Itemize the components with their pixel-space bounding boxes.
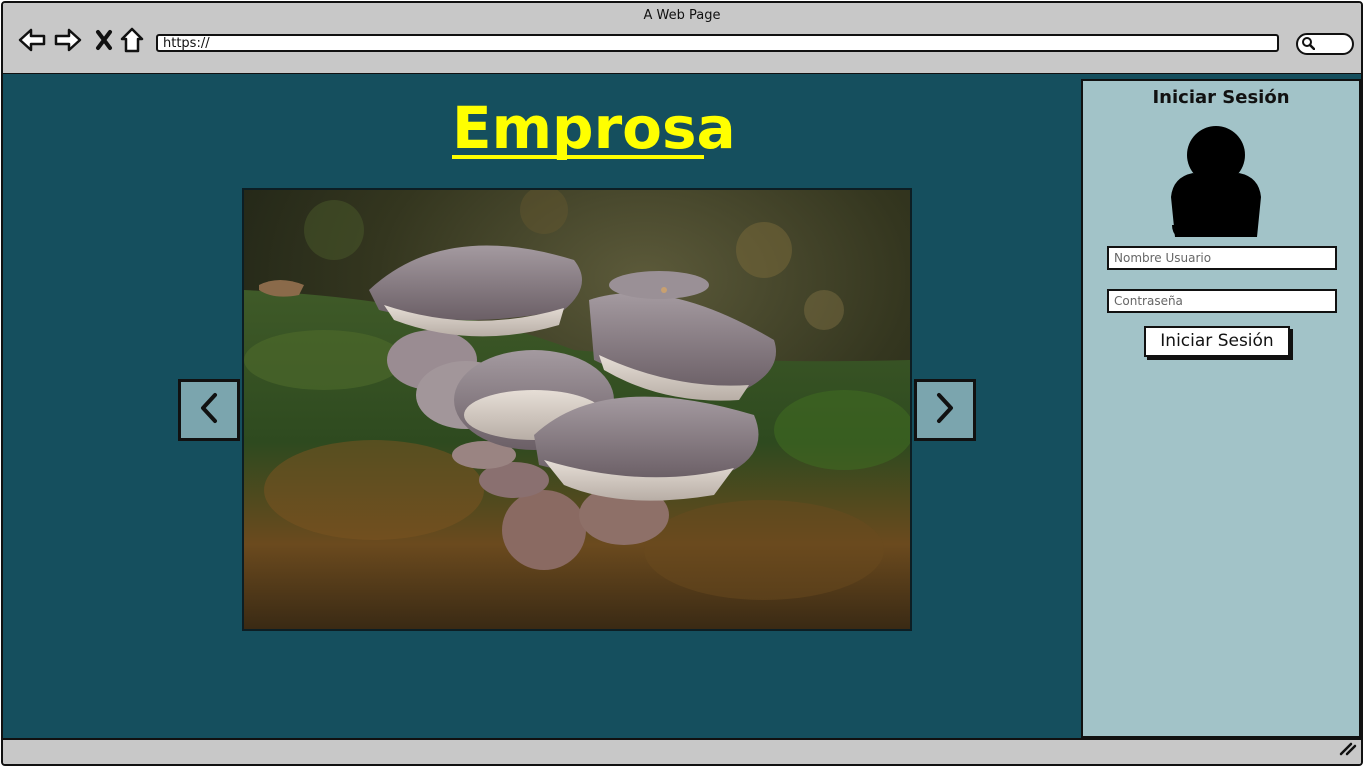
chevron-left-icon [196, 391, 222, 429]
search-box[interactable] [1296, 33, 1354, 55]
carousel-prev-button[interactable] [178, 379, 240, 441]
chevron-right-icon [932, 391, 958, 429]
password-input[interactable] [1107, 289, 1337, 313]
browser-toolbar: A Web Page [3, 3, 1361, 75]
resize-grip-icon[interactable] [1339, 741, 1357, 760]
browser-statusbar [3, 738, 1361, 764]
login-title: Iniciar Sesión [1152, 87, 1290, 108]
login-panel: Iniciar Sesión Iniciar Sesión [1081, 79, 1361, 738]
forward-arrow-icon[interactable] [53, 25, 83, 55]
username-input[interactable] [1107, 246, 1337, 270]
title-underline [452, 155, 704, 159]
mushroom-photo [244, 190, 910, 629]
back-arrow-icon[interactable] [17, 25, 47, 55]
search-icon [1301, 35, 1316, 54]
page-title[interactable]: Emprosa [452, 95, 736, 161]
browser-window: A Web Page Emprosa [1, 1, 1363, 766]
url-input[interactable] [156, 34, 1279, 52]
window-title: A Web Page [643, 8, 721, 23]
carousel-next-button[interactable] [914, 379, 976, 441]
login-submit-button[interactable]: Iniciar Sesión [1144, 326, 1290, 357]
close-icon[interactable] [89, 25, 119, 55]
user-avatar-icon [1169, 125, 1263, 241]
home-icon[interactable] [117, 25, 147, 55]
image-carousel[interactable] [242, 188, 912, 631]
